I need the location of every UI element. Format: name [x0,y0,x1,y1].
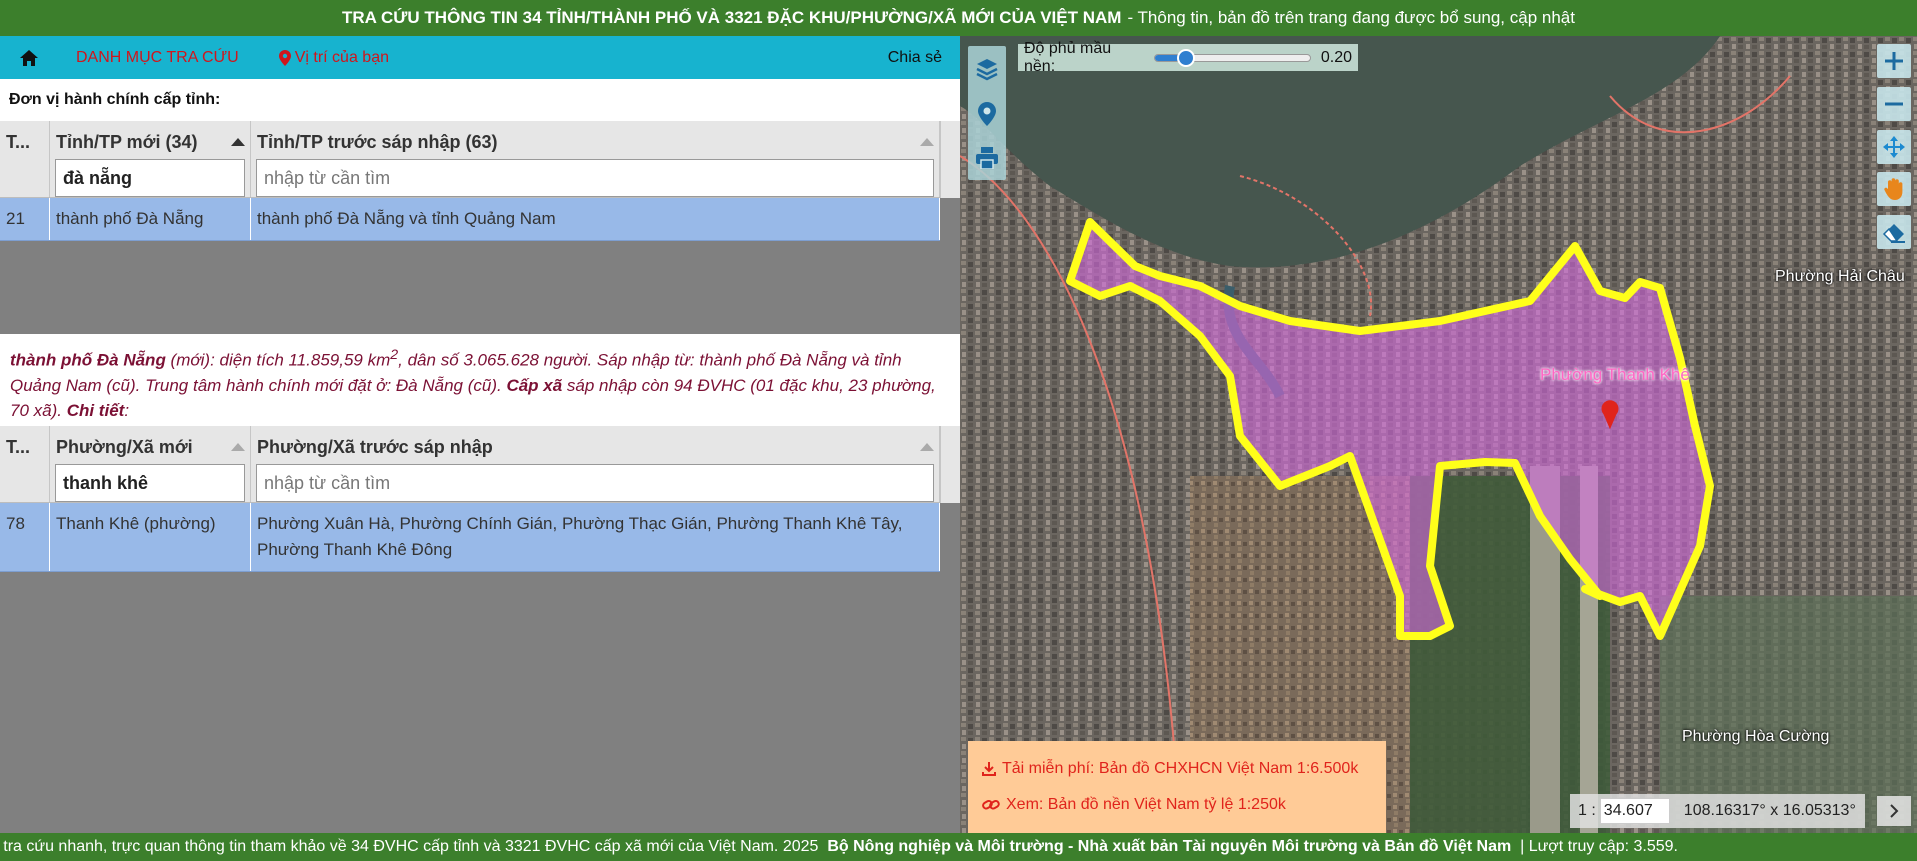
page-header: TRA CỨU THÔNG TIN 34 TỈNH/THÀNH PHỐ VÀ 3… [0,0,1917,36]
footer-text: ham khảo; trợ giúp quí vị tra cứu nhanh,… [0,838,819,855]
new-ward-filter-input[interactable]: thanh khê [55,464,245,502]
map-label-hai-chau: Phường Hải Châu [1775,268,1905,285]
row-old-name: Phường Xuân Hà, Phường Chính Gián, Phườn… [251,503,940,571]
link-icon [982,800,1000,810]
column-new-province[interactable]: Tỉnh/TP mới (34) đà nẵng [50,121,251,197]
row-stt: 21 [0,198,50,240]
row-new-name: Thanh Khê (phường) [50,503,251,571]
download-map-label: Tải miễn phí: Bản đồ CHXHCN Việt Nam 1:6… [1002,760,1359,777]
opacity-control: Độ phủ mầu nền: 0.20 [1018,40,1358,75]
province-grid-header: T... Tỉnh/TP mới (34) đà nẵng Tỉnh/TP tr… [0,121,940,198]
map-label-hoa-cuong: Phường Hòa Cường [1682,728,1830,745]
scrollbar-header-stub [940,121,960,198]
satellite-basemap [960,36,1917,833]
province-grid: T... Tỉnh/TP mới (34) đà nẵng Tỉnh/TP tr… [0,121,960,334]
row-old-name: thành phố Đà Nẵng và tỉnh Quảng Nam [251,198,940,240]
print-button[interactable] [975,147,999,170]
home-icon [20,49,38,66]
sort-icon[interactable] [231,443,245,451]
column-new-ward[interactable]: Phường/Xã mới thanh khê [50,426,251,502]
download-icon [982,762,996,776]
zoom-out-button[interactable] [1877,86,1911,121]
opacity-value: 0.20 [1320,48,1352,66]
layers-icon [976,58,998,81]
menu-lookup-link[interactable]: DANH MỤC TRA CỨU [76,49,239,67]
column-old-ward[interactable]: Phường/Xã trước sáp nhập nhập từ cần tìm [251,426,940,502]
info-text-4: : [124,400,130,420]
zoom-in-button[interactable] [1877,44,1911,78]
column-stt-label: T... [6,131,31,152]
full-extent-button[interactable] [1877,129,1911,164]
row-stt: 78 [0,503,50,571]
layers-button[interactable] [975,57,999,81]
sort-icon[interactable] [920,443,934,451]
minus-icon [1885,102,1903,106]
column-stt[interactable]: T... [0,121,50,197]
your-location-label: Vị trí của bạn [294,48,389,66]
expand-button[interactable] [1877,796,1911,826]
view-basemap-link[interactable]: Xem: Bản đồ nền Việt Nam tỷ lệ 1:250k [982,796,1372,814]
pan-button[interactable] [1877,172,1911,207]
old-ward-filter-input[interactable]: nhập từ cần tìm [256,464,934,502]
clear-button[interactable] [1877,215,1911,249]
scale-coords-bar: 1 : 34.607 108.16317° x 16.05313° [1570,794,1865,828]
ward-grid: T... Phường/Xã mới thanh khê Phường/Xã t… [0,426,960,833]
ward-column-stt-label: T... [6,436,31,457]
page-subtitle: - Thông tin, bản đồ trên trang đang được… [1127,8,1575,27]
scale-input[interactable]: 34.607 [1599,798,1670,824]
map-marker-icon [978,101,996,126]
opacity-slider[interactable] [1154,48,1311,67]
column-new-ward-label: Phường/Xã mới [56,436,193,457]
view-basemap-label: Xem: Bản đồ nền Việt Nam tỷ lệ 1:250k [1006,796,1286,813]
column-new-province-label: Tỉnh/TP mới (34) [56,131,198,152]
footer-counter: | Lượt truy cập: 3.559. [1520,838,1678,855]
coordinates-readout: 108.16317° x 16.05313° [1683,802,1856,819]
home-button[interactable] [0,36,58,79]
nav-bar: DANH MỤC TRA CỨU Vị trí của bạn Chia sẻ [0,36,960,79]
info-name: thành phố Đà Nẵng [10,350,166,370]
hand-icon [1884,178,1903,201]
eraser-icon [1882,224,1905,243]
map-view[interactable]: Phường Thanh Khê Phường Hải Châu Phường … [960,36,1917,833]
left-panel: DANH MỤC TRA CỨU Vị trí của bạn Chia sẻ … [0,36,960,833]
table-row[interactable]: 78 Thanh Khê (phường) Phường Xuân Hà, Ph… [0,503,940,572]
table-row[interactable]: 21 thành phố Đà Nẵng thành phố Đà Nẵng v… [0,198,940,241]
map-right-toolbox [1875,44,1913,249]
info-sup: 2 [390,347,399,363]
opacity-label: Độ phủ mầu nền: [1024,39,1112,75]
new-province-filter-input[interactable]: đà nẵng [55,159,245,197]
footer-publisher: Bộ Nông nghiệp và Môi trường - Nhà xuất … [827,838,1512,855]
map-left-toolbox [968,46,1006,180]
share-link[interactable]: Chia sẻ [888,49,942,67]
info-detail-link[interactable]: Chi tiết [67,401,125,420]
page-title: TRA CỨU THÔNG TIN 34 TỈNH/THÀNH PHỐ VÀ 3… [342,8,1122,27]
plus-icon [1885,52,1903,70]
province-section-title: Đơn vị hành chính cấp tỉnh: [0,79,960,121]
download-map-link[interactable]: Tải miễn phí: Bản đồ CHXHCN Việt Nam 1:6… [982,760,1372,778]
sort-icon[interactable] [920,138,934,146]
chevron-right-icon [1890,804,1899,818]
opacity-slider-handle[interactable] [1177,48,1196,67]
scale-prefix: 1 : [1578,802,1596,819]
map-label-thanh-khe: Phường Thanh Khê [1540,365,1690,384]
old-province-filter-input[interactable]: nhập từ cần tìm [256,159,934,197]
column-old-province-label: Tỉnh/TP trước sáp nhập (63) [257,131,498,152]
download-panel: Tải miễn phí: Bản đồ CHXHCN Việt Nam 1:6… [968,741,1386,833]
province-info: thành phố Đà Nẵng (mới): diện tích 11.85… [0,334,960,426]
locate-button[interactable] [978,101,996,126]
move-arrows-icon [1883,135,1905,158]
ward-grid-header: T... Phường/Xã mới thanh khê Phường/Xã t… [0,426,940,503]
column-old-ward-label: Phường/Xã trước sáp nhập [257,436,493,457]
map-pin-icon [278,49,291,66]
your-location-link[interactable]: Vị trí của bạn [278,48,389,67]
sort-asc-icon[interactable] [231,138,245,146]
row-new-name: thành phố Đà Nẵng [50,198,251,240]
column-old-province[interactable]: Tỉnh/TP trước sáp nhập (63) nhập từ cần … [251,121,940,197]
info-bold-cap-xa: Cấp xã [506,375,563,395]
footer-ticker: ham khảo; trợ giúp quí vị tra cứu nhanh,… [0,833,1917,861]
scrollbar-header-stub [940,426,960,503]
ward-column-stt[interactable]: T... [0,426,50,502]
print-icon [976,147,998,170]
info-text-1: (mới): diện tích 11.859,59 km [165,350,391,370]
